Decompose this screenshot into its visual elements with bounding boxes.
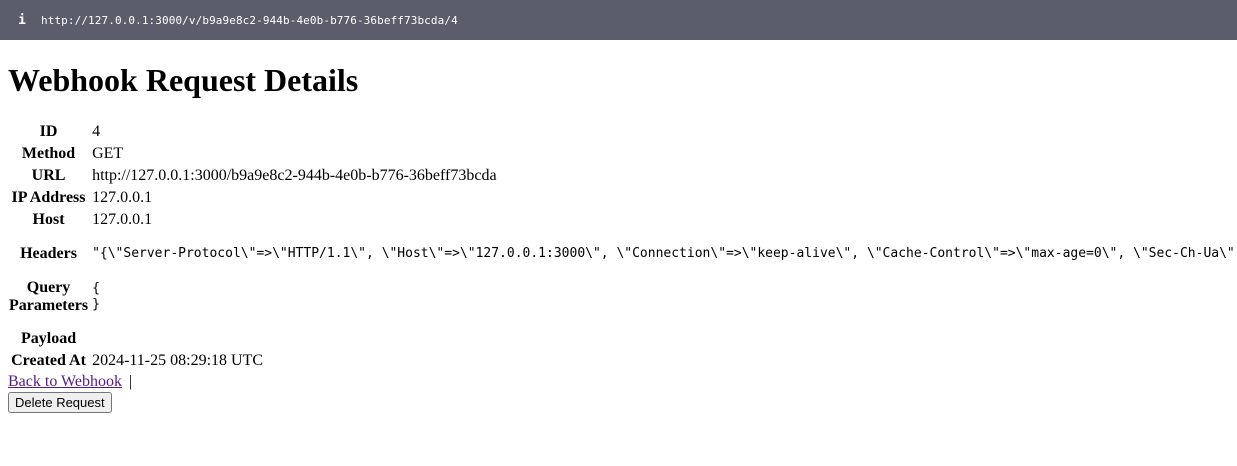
- host-value: 127.0.0.1: [92, 211, 153, 228]
- host-label: Host: [32, 211, 65, 228]
- info-icon[interactable]: i: [17, 13, 27, 28]
- payload-label: Payload: [20, 330, 77, 347]
- created-label: Created At: [11, 352, 86, 369]
- url-value: http://127.0.0.1:3000/b9a9e8c2-944b-4e0b…: [92, 167, 497, 184]
- method-value: GET: [92, 145, 124, 162]
- ip-label: IP Address: [11, 189, 86, 206]
- separator: |: [128, 373, 133, 390]
- delete-request-button[interactable]: Delete Request: [8, 392, 112, 413]
- page-title: Webhook Request Details: [8, 62, 359, 98]
- query-value: { }: [92, 281, 100, 312]
- actions: Back to Webhook |: [8, 373, 1229, 391]
- browser-url-bar[interactable]: i http://127.0.0.1:3000/v/b9a9e8c2-944b-…: [0, 0, 1237, 40]
- row-headers: Headers "{\"Server-Protocol\"=>\"HTTP/1.…: [8, 232, 1236, 276]
- payload-value: [91, 318, 1236, 349]
- headers-value: "{\"Server-Protocol\"=>\"HTTP/1.1\", \"H…: [92, 246, 1235, 261]
- back-to-webhook-link[interactable]: Back to Webhook: [8, 373, 122, 390]
- method-label: Method: [21, 145, 76, 162]
- ip-value: 127.0.0.1: [92, 189, 153, 206]
- id-label: ID: [39, 123, 58, 140]
- row-url: URL http://127.0.0.1:3000/b9a9e8c2-944b-…: [8, 166, 1236, 186]
- row-created-at: Created At 2024-11-25 08:29:18 UTC: [8, 351, 1236, 371]
- url-label: URL: [31, 167, 66, 184]
- row-host: Host 127.0.0.1: [8, 210, 1236, 230]
- query-label-line2: Parameters: [9, 297, 89, 314]
- query-label: Query Parameters: [8, 278, 89, 316]
- row-method: Method GET: [8, 144, 1236, 164]
- page-content: Webhook Request Details ID 4 Method GET …: [0, 62, 1237, 413]
- headers-label: Headers: [20, 245, 77, 262]
- created-value: 2024-11-25 08:29:18 UTC: [92, 352, 264, 369]
- row-id: ID 4: [8, 122, 1236, 142]
- row-ip-address: IP Address 127.0.0.1: [8, 188, 1236, 208]
- query-label-line1: Query: [26, 279, 71, 296]
- id-value: 4: [92, 123, 101, 140]
- url-text[interactable]: http://127.0.0.1:3000/v/b9a9e8c2-944b-4e…: [41, 14, 458, 27]
- details-table: ID 4 Method GET URL http://127.0.0.1:300…: [6, 120, 1237, 373]
- row-query-parameters: Query Parameters { }: [8, 278, 1236, 316]
- row-payload: Payload: [8, 318, 1236, 349]
